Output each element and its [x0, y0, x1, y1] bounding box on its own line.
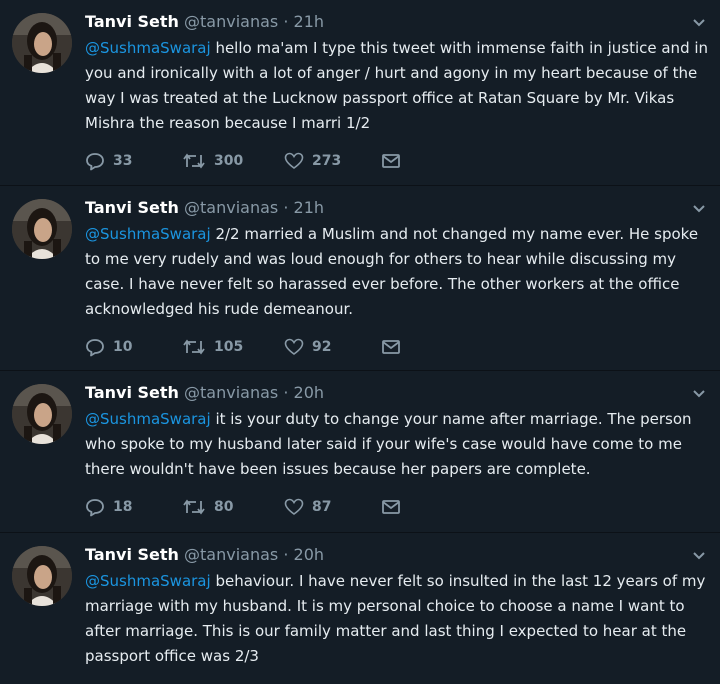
retweet-count: 105: [214, 339, 244, 355]
reply-count: 10: [113, 339, 133, 355]
dm-button[interactable]: [381, 496, 411, 518]
mention-link[interactable]: @SushmaSwaraj: [85, 225, 211, 243]
tweet[interactable]: Tanvi Seth @tanvianas · 21h @SushmaSwara…: [0, 186, 720, 371]
timestamp[interactable]: 20h: [294, 545, 325, 564]
tweet-text: @SushmaSwaraj it is your duty to change …: [85, 407, 710, 482]
tweet-header: Tanvi Seth @tanvianas · 21h: [85, 10, 324, 34]
retweet-button[interactable]: 300: [182, 150, 284, 172]
avatar[interactable]: [12, 13, 72, 73]
chevron-down-icon[interactable]: [690, 14, 708, 32]
dm-button[interactable]: [381, 150, 411, 172]
retweet-icon: [182, 337, 206, 357]
reply-button[interactable]: 10: [85, 336, 182, 358]
retweet-count: 300: [214, 153, 244, 169]
tweet-header: Tanvi Seth @tanvianas · 20h: [85, 543, 324, 567]
retweet-icon: [182, 497, 206, 517]
separator-dot: ·: [283, 12, 289, 31]
separator-dot: ·: [283, 383, 289, 402]
tweet-actions: 18 80 87: [85, 496, 411, 518]
retweet-button[interactable]: 80: [182, 496, 284, 518]
reply-icon: [85, 497, 105, 517]
handle[interactable]: @tanvianas: [184, 545, 278, 564]
retweet-count: 80: [214, 499, 234, 515]
timeline: Tanvi Seth @tanvianas · 21h @SushmaSwara…: [0, 0, 720, 684]
separator-dot: ·: [283, 198, 289, 217]
tweet-text: @SushmaSwaraj 2/2 married a Muslim and n…: [85, 222, 710, 322]
mention-link[interactable]: @SushmaSwaraj: [85, 410, 211, 428]
tweet[interactable]: Tanvi Seth @tanvianas · 21h @SushmaSwara…: [0, 0, 720, 186]
heart-icon: [284, 497, 304, 517]
reply-icon: [85, 151, 105, 171]
chevron-down-icon[interactable]: [690, 385, 708, 403]
timestamp[interactable]: 21h: [294, 198, 325, 217]
tweet-header: Tanvi Seth @tanvianas · 20h: [85, 381, 324, 405]
like-count: 87: [312, 499, 332, 515]
avatar[interactable]: [12, 546, 72, 606]
tweet[interactable]: Tanvi Seth @tanvianas · 20h @SushmaSwara…: [0, 371, 720, 533]
reply-count: 33: [113, 153, 133, 169]
display-name[interactable]: Tanvi Seth: [85, 545, 179, 564]
tweet-actions: 33 300 273: [85, 150, 411, 172]
like-button[interactable]: 273: [284, 150, 381, 172]
mention-link[interactable]: @SushmaSwaraj: [85, 39, 211, 57]
handle[interactable]: @tanvianas: [184, 12, 278, 31]
dm-button[interactable]: [381, 336, 411, 358]
timestamp[interactable]: 21h: [294, 12, 325, 31]
envelope-icon: [381, 338, 401, 356]
display-name[interactable]: Tanvi Seth: [85, 383, 179, 402]
handle[interactable]: @tanvianas: [184, 383, 278, 402]
chevron-down-icon[interactable]: [690, 200, 708, 218]
like-button[interactable]: 92: [284, 336, 381, 358]
avatar[interactable]: [12, 199, 72, 259]
heart-icon: [284, 337, 304, 357]
avatar[interactable]: [12, 384, 72, 444]
display-name[interactable]: Tanvi Seth: [85, 12, 179, 31]
separator-dot: ·: [283, 545, 289, 564]
tweet-header: Tanvi Seth @tanvianas · 21h: [85, 196, 324, 220]
like-count: 273: [312, 153, 342, 169]
timestamp[interactable]: 20h: [294, 383, 325, 402]
tweet[interactable]: Tanvi Seth @tanvianas · 20h @SushmaSwara…: [0, 533, 720, 684]
tweet-actions: 10 105 92: [85, 336, 411, 358]
like-button[interactable]: 87: [284, 496, 381, 518]
mention-link[interactable]: @SushmaSwaraj: [85, 572, 211, 590]
reply-icon: [85, 337, 105, 357]
display-name[interactable]: Tanvi Seth: [85, 198, 179, 217]
retweet-button[interactable]: 105: [182, 336, 284, 358]
tweet-text: @SushmaSwaraj behaviour. I have never fe…: [85, 569, 710, 669]
chevron-down-icon[interactable]: [690, 547, 708, 565]
reply-count: 18: [113, 499, 133, 515]
handle[interactable]: @tanvianas: [184, 198, 278, 217]
heart-icon: [284, 151, 304, 171]
retweet-icon: [182, 151, 206, 171]
envelope-icon: [381, 498, 401, 516]
reply-button[interactable]: 33: [85, 150, 182, 172]
like-count: 92: [312, 339, 332, 355]
envelope-icon: [381, 152, 401, 170]
tweet-text: @SushmaSwaraj hello ma'am I type this tw…: [85, 36, 710, 136]
reply-button[interactable]: 18: [85, 496, 182, 518]
